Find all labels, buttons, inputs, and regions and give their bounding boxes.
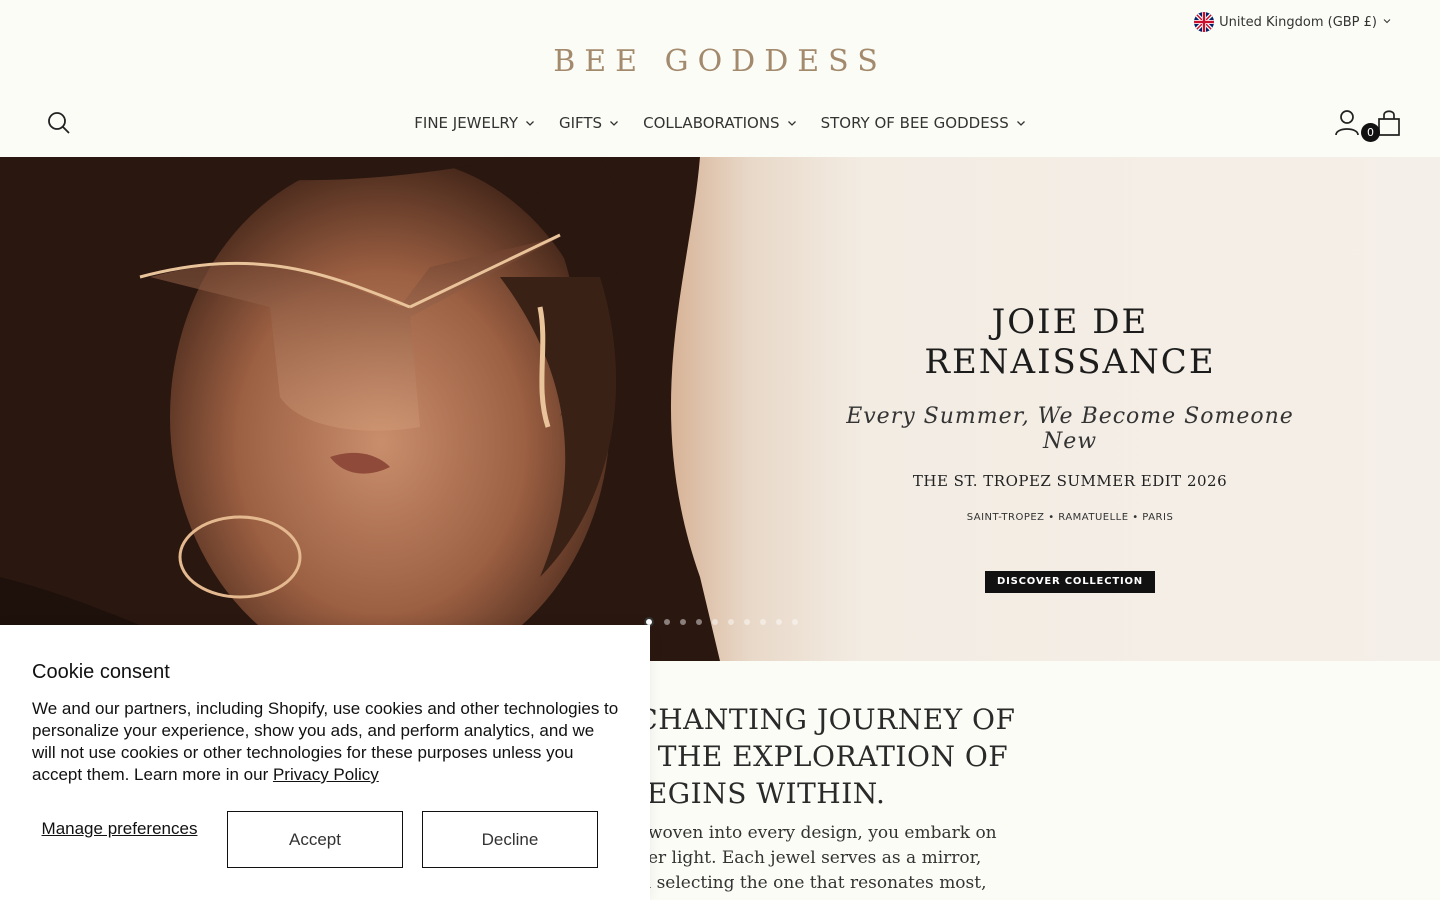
cookie-consent-title: Cookie consent [32, 661, 170, 683]
hero-title: JOIE DE RENAISSANCE [924, 302, 1216, 382]
nav-item-label: FINE JEWELRY [414, 114, 518, 132]
site-header: United Kingdom (GBP £) BEE GODDESS FINE … [0, 0, 1440, 157]
nav-item-collaborations[interactable]: COLLABORATIONS [643, 110, 796, 136]
hero-edit-subtitle: THE ST. TROPEZ SUMMER EDIT 2026 [912, 472, 1228, 490]
privacy-policy-link[interactable]: Privacy Policy [273, 765, 379, 784]
slide-dot[interactable] [744, 619, 750, 625]
slide-dot[interactable] [776, 619, 782, 625]
manage-preferences-link[interactable]: Manage preferences [32, 818, 207, 839]
country-selector-label: United Kingdom (GBP £) [1219, 14, 1377, 30]
main-nav: FINE JEWELRY GIFTS COLLABORATIONS STORY … [0, 110, 1440, 136]
chevron-down-icon [1382, 15, 1392, 30]
decline-button[interactable]: Decline [422, 811, 598, 868]
slideshow-dots [644, 617, 798, 627]
cookie-consent-text: We and our partners, including Shopify, … [32, 698, 622, 786]
slide-dot[interactable] [712, 619, 718, 625]
account-icon[interactable] [1334, 109, 1360, 137]
hero-text-block: JOIE DE RENAISSANCE Every Summer, We Bec… [820, 302, 1320, 593]
nav-item-story[interactable]: STORY OF BEE GODDESS [821, 110, 1026, 136]
accept-button[interactable]: Accept [227, 811, 403, 868]
discover-collection-button[interactable]: DISCOVER COLLECTION [985, 571, 1155, 593]
country-selector[interactable]: United Kingdom (GBP £) [1194, 12, 1392, 32]
uk-flag-icon [1194, 12, 1215, 32]
cookie-consent-dialog: Cookie consent We and our partners, incl… [0, 625, 650, 900]
chevron-down-icon [787, 114, 797, 132]
cart-count-badge: 0 [1361, 123, 1380, 142]
nav-item-label: GIFTS [558, 114, 603, 132]
hero-script-tagline: Every Summer, We Become Someone New [846, 404, 1294, 454]
nav-item-fine-jewelry[interactable]: FINE JEWELRY [414, 110, 535, 136]
chevron-down-icon [1016, 114, 1026, 132]
chevron-down-icon [525, 114, 535, 132]
nav-item-label: COLLABORATIONS [643, 114, 780, 132]
chevron-down-icon [609, 114, 619, 132]
slide-dot[interactable] [680, 619, 686, 625]
hero-model-photo [0, 157, 720, 661]
slide-dot[interactable] [792, 619, 798, 625]
site-logo[interactable]: BEE GODDESS [0, 44, 1440, 79]
slide-dot[interactable] [728, 619, 734, 625]
hero-places: SAINT-TROPEZ • RAMATUELLE • PARIS [966, 512, 1174, 523]
nav-item-label: STORY OF BEE GODDESS [820, 114, 1009, 132]
slide-dot[interactable] [760, 619, 766, 625]
slide-dot[interactable] [664, 619, 670, 625]
slide-dot[interactable] [696, 619, 702, 625]
hero-banner: JOIE DE RENAISSANCE Every Summer, We Bec… [0, 157, 1440, 661]
nav-item-gifts[interactable]: GIFTS [559, 110, 619, 136]
